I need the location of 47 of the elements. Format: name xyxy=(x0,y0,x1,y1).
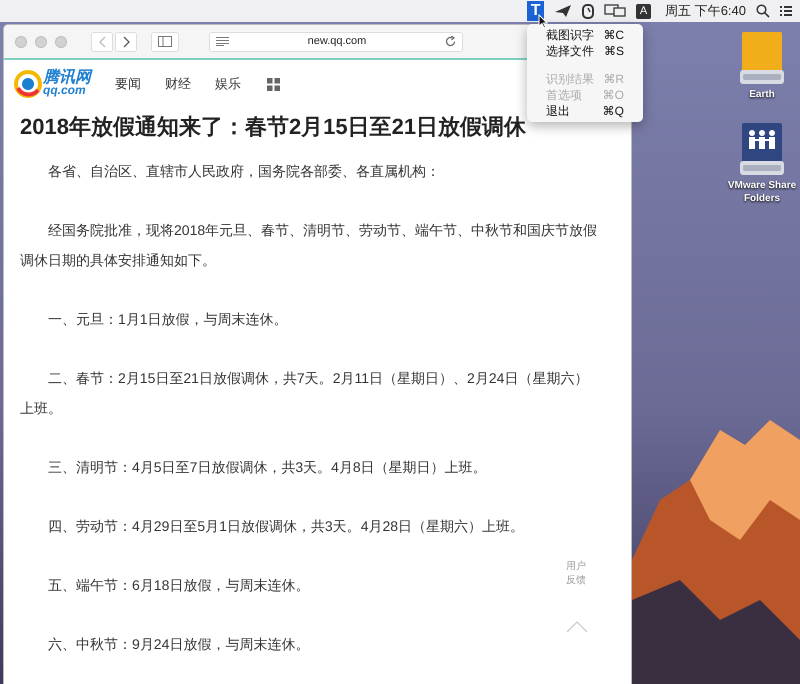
article-paragraph: 经国务院批准，现将2018年元旦、春节、清明节、劳动节、端午节、中秋节和国庆节放假调休日期的具体安排通知如下。 xyxy=(20,221,598,270)
search-icon[interactable] xyxy=(756,4,770,18)
nav-link[interactable]: 要闻 xyxy=(115,74,141,94)
menu-item-label: 截图识字 xyxy=(546,27,594,43)
menu-item[interactable]: 截图识字 ⌘C xyxy=(527,27,643,43)
site-logo-text[interactable]: 腾讯网 xyxy=(43,71,91,84)
menu-item-label: 选择文件 xyxy=(546,43,594,59)
address-bar[interactable]: new.qq.com xyxy=(209,32,463,52)
reload-icon[interactable] xyxy=(445,36,456,47)
forward-chevron-icon xyxy=(122,36,130,48)
input-source-icon[interactable]: A xyxy=(636,4,652,18)
article-paragraph: 五、端午节：6月18日放假，与周末连休。 xyxy=(47,576,310,595)
menu-shortcut: ⌘R xyxy=(603,71,624,87)
menu-item[interactable]: 退出 ⌘Q xyxy=(527,103,643,119)
paper-plane-icon[interactable] xyxy=(554,4,572,18)
forward-button[interactable] xyxy=(115,32,137,52)
menu-bar-clock[interactable]: 周五 下午6:40 xyxy=(665,1,746,21)
url-text: new.qq.com xyxy=(306,34,368,50)
site-logo-icon[interactable] xyxy=(14,70,42,98)
nav-link[interactable]: 财经 xyxy=(165,74,191,94)
article-paragraph: 三、清明节：4月5日至7日放假调休，共3天。4月8日（星期日）上班。 xyxy=(47,458,487,477)
article-paragraph: 一、元旦：1月1日放假，与周末连休。 xyxy=(47,310,288,329)
menu-item-label: 识别结果 xyxy=(546,71,594,87)
site-logo-domain[interactable]: qq.com xyxy=(43,84,91,97)
article-paragraph: 各省、自治区、直辖市人民政府，国务院各部委、各直属机构： xyxy=(47,162,440,181)
back-chevron-icon xyxy=(98,36,106,48)
nav-link[interactable]: 娱乐 xyxy=(215,74,241,94)
article-title: 2018年放假通知来了：春节2月15日至21日放假调休 xyxy=(20,113,528,141)
menu-item-label: 退出 xyxy=(546,103,570,119)
article-paragraph: 四、劳动节：4月29日至5月1日放假调休，共3天。4月28日（星期六）上班。 xyxy=(47,517,524,536)
displays-icon[interactable] xyxy=(604,4,626,18)
menu-shortcut: ⌘O xyxy=(602,87,624,103)
list-icon[interactable] xyxy=(780,5,792,17)
stopwatch-icon[interactable] xyxy=(582,3,594,19)
sidebar-button[interactable] xyxy=(151,32,179,52)
menu-item-label: 首选项 xyxy=(546,87,582,103)
menu-shortcut: ⌘Q xyxy=(602,103,624,119)
desktop-icon-label[interactable]: VMware Share Folders xyxy=(724,179,800,205)
grid-menu-icon[interactable] xyxy=(267,78,280,90)
menu-shortcut: ⌘S xyxy=(604,43,624,59)
sidebar-icon xyxy=(158,36,172,47)
article-paragraph: 二、春节：2月15日至21日放假调休，共7天。2月11日（星期日）、2月24日（星期六）上班。 xyxy=(20,369,590,418)
desktop-icon-label[interactable]: Earth xyxy=(724,88,800,101)
reader-lines-icon xyxy=(216,37,229,46)
menu-item[interactable]: 选择文件 ⌘S xyxy=(527,43,643,59)
article-paragraph: 六、中秋节：9月24日放假，与周末连休。 xyxy=(47,635,310,654)
menu-shortcut: ⌘C xyxy=(603,27,624,43)
